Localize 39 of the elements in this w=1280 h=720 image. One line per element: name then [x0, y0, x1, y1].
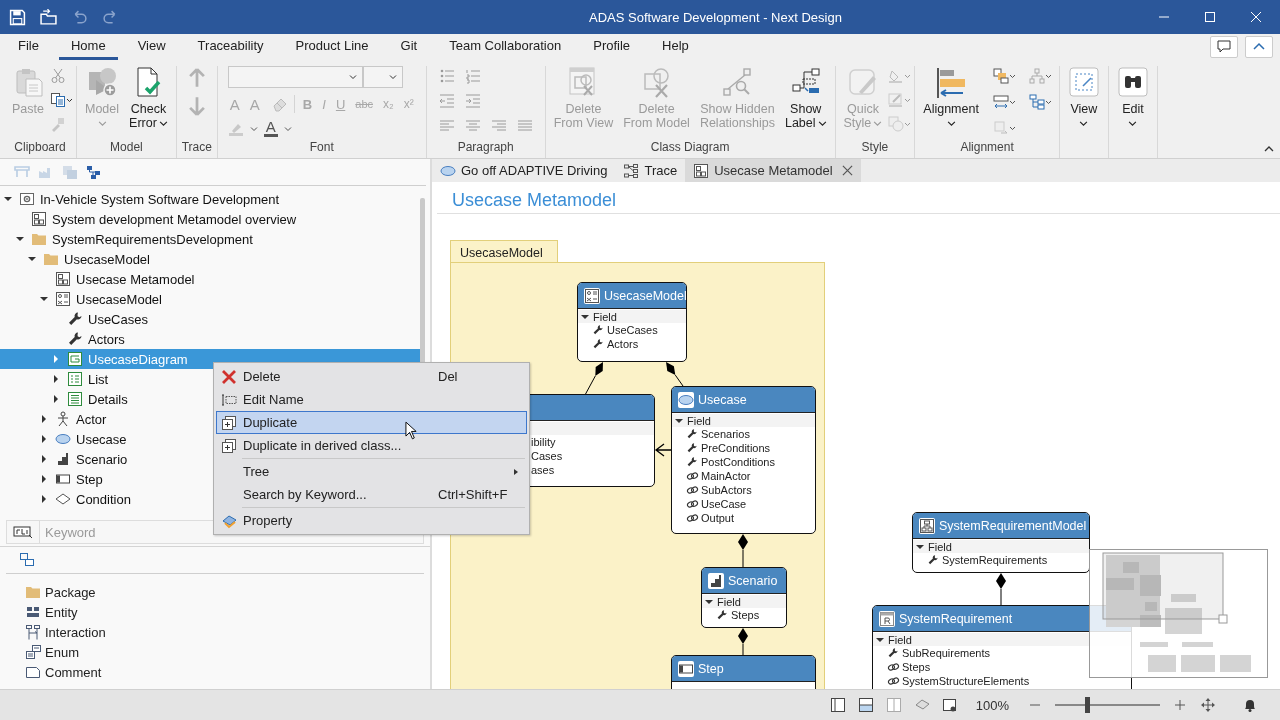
field-name: PreConditions: [701, 442, 771, 454]
class-name: Usecase: [698, 392, 747, 407]
zoom-level: 100%: [975, 697, 1009, 713]
field-name: UseCases: [607, 324, 658, 336]
diagram-title: Usecase Metamodel: [437, 182, 1280, 214]
field-group-label: Field: [687, 414, 711, 427]
group-label: Clipboard: [13, 140, 67, 156]
field-name: SubActors: [701, 484, 752, 496]
field-name: SystemStructureElements: [902, 675, 1030, 687]
field-name: Output: [701, 512, 735, 524]
group-label: Font: [308, 140, 335, 156]
class-name: Step: [698, 661, 724, 676]
field-name: Scenarios: [701, 428, 750, 440]
field-group-label: Field: [717, 595, 741, 608]
window-title: ADAS Software Development - Next Design: [588, 9, 843, 25]
group-label: Paragraph: [456, 140, 515, 156]
field-name: ibility: [531, 436, 556, 448]
field-group-label: Field: [593, 310, 617, 323]
class-name: SystemRequirementModel: [939, 518, 1087, 533]
group-label: Style: [860, 140, 890, 156]
class-name: SystemRequirement: [899, 611, 1013, 626]
field-name: Steps: [731, 609, 760, 621]
group-label: Model: [109, 140, 144, 156]
field-name: MainActor: [701, 470, 751, 482]
field-name: ases: [531, 464, 555, 476]
field-name: SubRequirements: [902, 647, 991, 659]
field-name: Actors: [607, 338, 639, 350]
class-name: UsecaseModel: [604, 288, 686, 303]
field-group-label: Field: [888, 633, 912, 646]
field-name: SystemRequirements: [942, 554, 1048, 566]
class-name: Scenario: [728, 573, 778, 588]
group-label: Trace: [180, 140, 213, 156]
field-name: UseCase: [701, 498, 747, 510]
group-label: Class Diagram: [649, 140, 731, 156]
field-name: Steps: [902, 661, 931, 673]
group-label: Alignment: [959, 140, 1015, 156]
field-name: Cases: [531, 450, 563, 462]
field-name: PostConditions: [701, 456, 775, 468]
field-group-label: Field: [928, 540, 952, 553]
